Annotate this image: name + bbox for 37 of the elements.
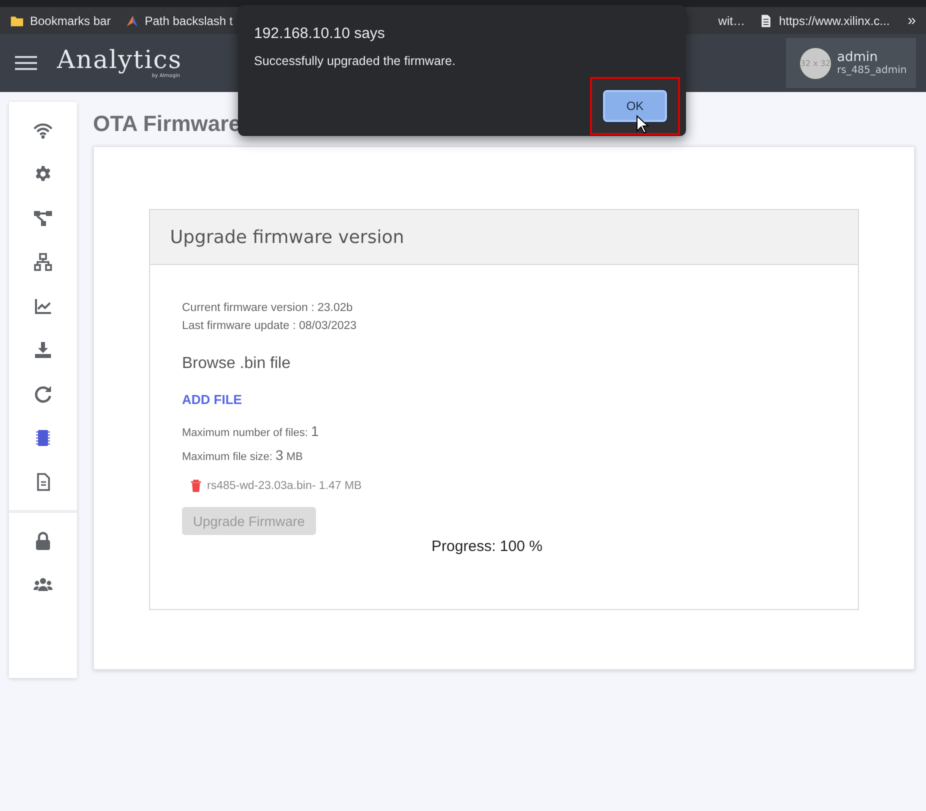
lock-icon [33, 531, 53, 551]
last-update-text: Last firmware update : 08/03/2023 [182, 319, 357, 334]
download-icon [33, 340, 53, 360]
logo-text: Analytics [57, 47, 182, 73]
max-files-text: Maximum number of files: 1 [182, 422, 319, 441]
flowchart-icon [33, 208, 53, 228]
add-file-button[interactable]: ADD FILE [182, 392, 242, 407]
max-size-text: Maximum file size: 3 MB [182, 446, 304, 465]
section-heading: Browse .bin file [182, 355, 290, 373]
dialog-title: 192.168.10.10 says [254, 25, 386, 42]
overflow-button[interactable]: » [908, 12, 916, 29]
bookmark-link[interactable]: https://www.xilinx.c... [778, 14, 890, 28]
user-role: rs_485_admin [837, 65, 907, 76]
chip-icon [33, 428, 53, 448]
firmware-version-text: Current firmware version : 23.02b [182, 301, 354, 316]
page-icon [758, 14, 773, 28]
settings-icon [33, 164, 53, 184]
chart-icon [33, 296, 53, 316]
network-icon [33, 252, 53, 272]
dialog-message: Successfully upgraded the firmware. [254, 54, 456, 68]
user-name: admin [837, 50, 879, 65]
ok-button[interactable]: OK [603, 90, 667, 122]
progress-text: Progress: 100 % [430, 538, 544, 555]
cursor-icon [636, 115, 649, 135]
page-title: OTA Firmware [93, 110, 241, 138]
trash-icon[interactable] [190, 479, 202, 493]
refresh-icon [33, 384, 53, 404]
file-name: rs485-wd-23.03a.bin- 1.47 MB [207, 480, 362, 492]
menu-icon[interactable] [15, 55, 37, 71]
bookmark-link[interactable]: wit… [718, 14, 745, 28]
folder-icon [10, 14, 24, 28]
avatar-placeholder: 32 x 32 [800, 48, 831, 78]
bookmark-link[interactable]: Bookmarks bar [30, 14, 111, 28]
bookmark-logo-icon [124, 14, 139, 28]
bookmark-link[interactable]: Path backslash t [144, 14, 233, 28]
panel-title: Upgrade firmware version [150, 210, 858, 265]
user-menu[interactable]: 32 x 32 admin rs_485_admin [786, 38, 916, 88]
